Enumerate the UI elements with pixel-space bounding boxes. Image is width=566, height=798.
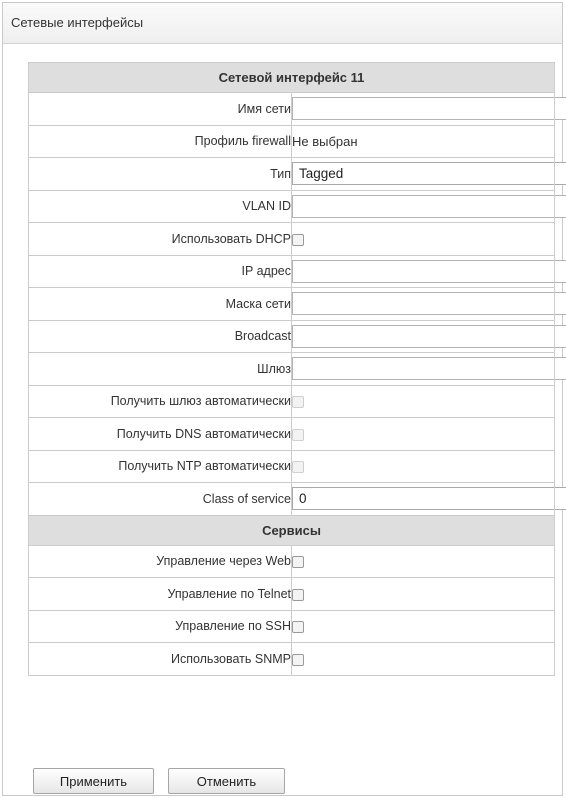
row-netmask: Маска сети — [28, 287, 566, 321]
broadcast-label: Broadcast — [28, 319, 292, 353]
row-auto-dns: Получить DNS автоматически — [28, 417, 555, 451]
row-service-ssh: Управление по SSH — [28, 609, 555, 643]
service-ssh-label: Управление по SSH — [28, 609, 292, 643]
firewall-profile-value: Не выбран — [292, 133, 358, 149]
gateway-label: Шлюз — [28, 352, 292, 386]
service-snmp-label: Использовать SNMP — [28, 642, 292, 676]
broadcast-input[interactable] — [292, 324, 566, 348]
use-dhcp-checkbox[interactable] — [292, 233, 304, 246]
row-type: Тип Tagged ▼ — [28, 157, 566, 191]
row-class-of-service: Class of service 0 ▼ — [28, 482, 566, 516]
row-auto-ntp: Получить NTP автоматически — [28, 449, 555, 483]
network-name-label: Имя сети — [28, 92, 292, 126]
row-broadcast: Broadcast — [28, 319, 566, 353]
class-of-service-value: 0 — [299, 491, 307, 507]
row-service-web: Управление через Web — [28, 544, 555, 578]
service-ssh-checkbox[interactable] — [292, 621, 304, 634]
row-service-telnet: Управление по Telnet — [28, 577, 555, 611]
panel-title: Сетевые интерфейсы — [3, 3, 562, 44]
auto-ntp-label: Получить NTP автоматически — [28, 449, 292, 483]
row-gateway: Шлюз — [28, 352, 566, 386]
auto-dns-checkbox — [292, 428, 304, 441]
netmask-label: Маска сети — [28, 287, 292, 321]
row-ip-address: IP адрес — [28, 254, 566, 288]
netmask-input[interactable] — [292, 292, 566, 316]
auto-gateway-label: Получить шлюз автоматически — [28, 384, 292, 418]
row-auto-gateway: Получить шлюз автоматически — [28, 384, 555, 418]
type-label: Тип — [28, 157, 292, 191]
row-network-name: Имя сети — [28, 92, 566, 126]
service-telnet-checkbox[interactable] — [292, 588, 304, 601]
vlan-id-label: VLAN ID — [28, 189, 292, 223]
class-of-service-label: Class of service — [28, 482, 292, 516]
ip-address-input[interactable] — [292, 259, 566, 283]
type-select-value: Tagged — [299, 166, 344, 182]
section-title-services: Сервисы — [28, 514, 555, 546]
class-of-service-select[interactable]: 0 ▼ — [292, 487, 566, 511]
row-firewall-profile: Профиль firewall Не выбран — [28, 124, 555, 158]
service-web-checkbox[interactable] — [292, 556, 304, 569]
firewall-profile-label: Профиль firewall — [28, 124, 292, 158]
service-web-label: Управление через Web — [28, 544, 292, 578]
row-vlan-id: VLAN ID — [28, 189, 566, 223]
service-telnet-label: Управление по Telnet — [28, 577, 292, 611]
auto-dns-label: Получить DNS автоматически — [28, 417, 292, 451]
use-dhcp-label: Использовать DHCP — [28, 222, 292, 256]
service-snmp-checkbox[interactable] — [292, 653, 304, 666]
auto-gateway-checkbox — [292, 396, 304, 409]
gateway-input[interactable] — [292, 357, 566, 381]
cancel-button[interactable]: Отменить — [168, 768, 285, 794]
type-select[interactable]: Tagged ▼ — [292, 162, 566, 186]
row-use-dhcp: Использовать DHCP — [28, 222, 555, 256]
section-title-interface: Сетевой интерфейс 11 — [28, 62, 555, 93]
apply-button[interactable]: Применить — [33, 768, 154, 794]
auto-ntp-checkbox — [292, 461, 304, 474]
interface-settings-table: Сетевой интерфейс 11 Имя сети Профиль fi… — [28, 62, 566, 676]
ip-address-label: IP адрес — [28, 254, 292, 288]
network-name-input[interactable] — [292, 97, 566, 121]
vlan-id-input[interactable] — [292, 194, 566, 218]
row-service-snmp: Использовать SNMP — [28, 642, 555, 676]
